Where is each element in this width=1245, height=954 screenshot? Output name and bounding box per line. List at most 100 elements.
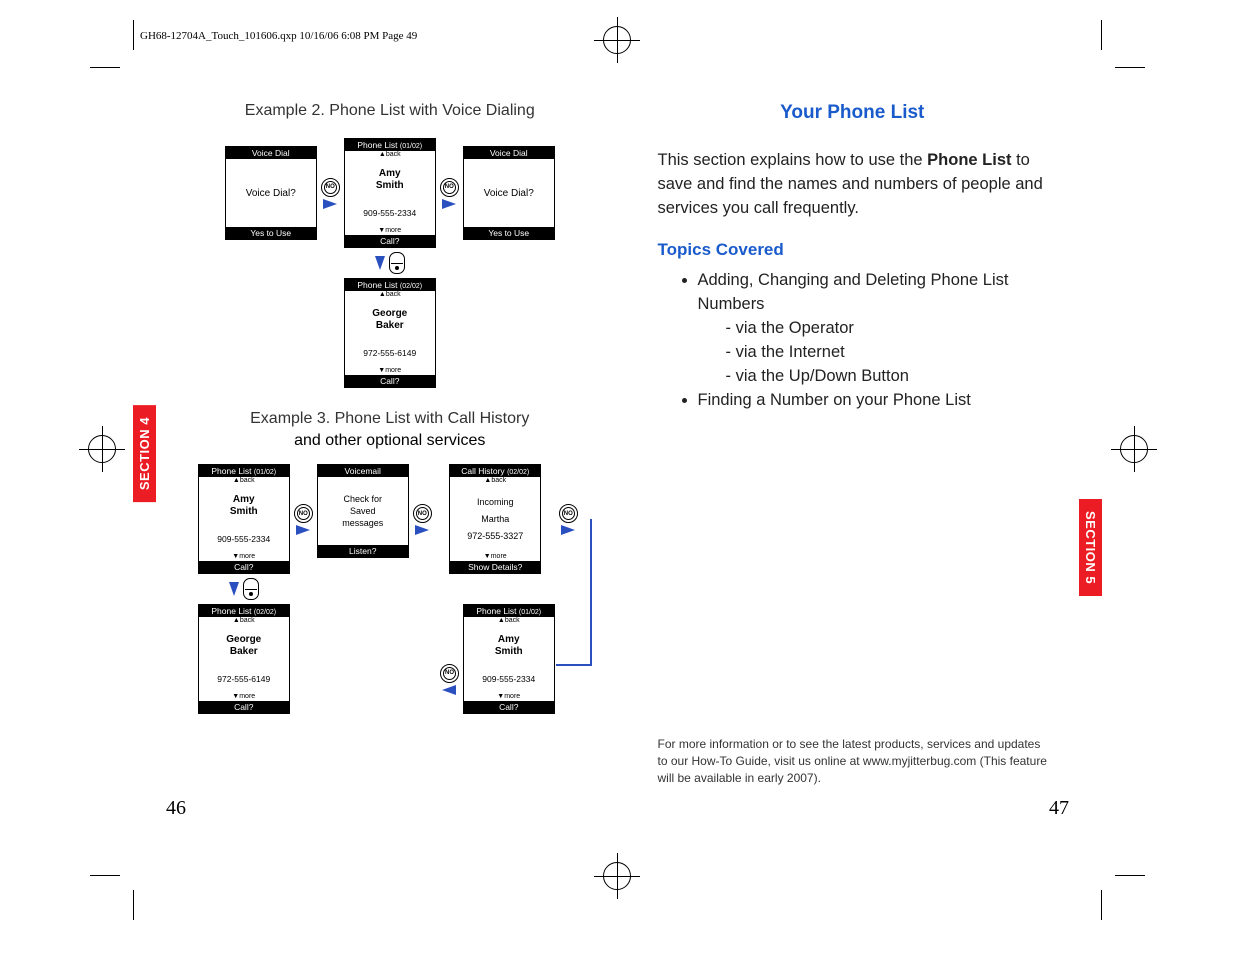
screen-voice-dial: Voice Dial Voice Dial? Yes to Use — [225, 146, 317, 240]
registration-mark — [88, 435, 116, 463]
connector-line — [556, 664, 592, 666]
screen-voice-dial: Voice Dial Voice Dial? Yes to Use — [463, 146, 555, 240]
back-label: ▲back — [345, 151, 435, 159]
no-button-arrow: NO — [440, 664, 459, 695]
screen-body: AmySmith 909-555-2334 — [345, 159, 435, 227]
crop-mark — [1101, 20, 1102, 50]
more-label: ▼more — [345, 367, 435, 375]
crop-mark — [1101, 890, 1102, 920]
crop-mark — [1115, 67, 1145, 68]
no-button-arrow: NO — [294, 504, 313, 535]
no-label: NO — [443, 667, 456, 680]
topics-list: Adding, Changing and Deleting Phone List… — [658, 268, 1048, 412]
screen-footer: Listen? — [318, 545, 408, 557]
no-label: NO — [297, 507, 310, 520]
arrow-right-icon — [442, 199, 456, 209]
registration-mark — [1120, 435, 1148, 463]
no-button-arrow: NO — [413, 504, 432, 535]
page-spread: SECTION 4 Example 2. Phone List with Voi… — [133, 67, 1102, 875]
example3-subheading: and other optional services — [188, 432, 592, 450]
connector-line — [590, 519, 592, 664]
down-arrow-rocker — [375, 252, 405, 274]
crop-mark — [133, 890, 134, 920]
page-left: SECTION 4 Example 2. Phone List with Voi… — [133, 67, 618, 875]
arrow-right-icon — [561, 525, 575, 535]
screen-body: Check for Saved messages — [318, 477, 408, 545]
screen-call-history: Call History (02/02) ▲back Incoming Mart… — [449, 464, 541, 574]
arrow-down-icon — [229, 582, 239, 596]
screen-footer: Call? — [199, 701, 289, 713]
screen-title: Voice Dial — [226, 147, 316, 159]
down-arrow-rocker — [229, 578, 259, 600]
screen-body: GeorgeBaker 972-555-6149 — [345, 299, 435, 367]
crop-mark — [1115, 875, 1145, 876]
back-label: ▲back — [199, 617, 289, 625]
screen-title: Call History (02/02) — [450, 465, 540, 477]
list-subitem: - via the Internet — [726, 340, 1048, 364]
back-label: ▲back — [450, 477, 540, 485]
page-title: Your Phone List — [658, 102, 1048, 124]
registration-mark — [603, 26, 631, 54]
screen-body: AmySmith 909-555-2334 — [464, 625, 554, 693]
screen-title: Phone List (01/02) — [464, 605, 554, 617]
diagram-example3: Phone List (01/02) ▲back AmySmith 909-55… — [188, 464, 592, 714]
screen-footer: Call? — [199, 561, 289, 573]
screen-footer: Show Details? — [450, 561, 540, 573]
list-subitem: - via the Operator — [726, 316, 1048, 340]
screen-title: Phone List (01/02) — [199, 465, 289, 477]
section-tab-right: SECTION 5 — [1079, 499, 1102, 596]
screen-footer: Yes to Use — [464, 227, 554, 239]
screen-footer: Call? — [345, 375, 435, 387]
screen-phonelist-george: Phone List (02/02) ▲back GeorgeBaker 972… — [198, 604, 290, 714]
list-item: Finding a Number on your Phone List — [698, 388, 1048, 412]
no-button-arrow: NO — [321, 178, 340, 209]
arrow-right-icon — [323, 199, 337, 209]
screen-body: Incoming Martha 972-555-3327 — [450, 485, 540, 553]
screen-title: Phone List (02/02) — [345, 279, 435, 291]
back-label: ▲back — [199, 477, 289, 485]
no-label: NO — [443, 181, 456, 194]
topics-heading: Topics Covered — [658, 240, 1048, 260]
list-item: Adding, Changing and Deleting Phone List… — [698, 268, 1048, 388]
screen-phonelist-amy: Phone List (01/02) ▲back AmySmith 909-55… — [463, 604, 555, 714]
page-right: SECTION 5 Your Phone List This section e… — [618, 67, 1103, 875]
screen-title: Voice Dial — [464, 147, 554, 159]
rocker-icon — [243, 578, 259, 600]
no-label: NO — [324, 181, 337, 194]
back-label: ▲back — [345, 291, 435, 299]
screen-footer: Call? — [345, 235, 435, 247]
header-imprint: GH68-12704A_Touch_101606.qxp 10/16/06 6:… — [140, 30, 417, 42]
footer-note: For more information or to see the lates… — [658, 736, 1048, 787]
diagram-example2: Voice Dial Voice Dial? Yes to Use NO Pho… — [188, 138, 592, 388]
more-label: ▼more — [464, 693, 554, 701]
screen-body: Voice Dial? — [226, 159, 316, 227]
screen-footer: Call? — [464, 701, 554, 713]
arrow-down-icon — [375, 256, 385, 270]
no-button-arrow: NO — [559, 504, 578, 535]
page-number-left: 46 — [166, 797, 186, 820]
screen-title: Phone List (02/02) — [199, 605, 289, 617]
rocker-icon — [389, 252, 405, 274]
example2-heading: Example 2. Phone List with Voice Dialing — [188, 102, 592, 120]
page-number-right: 47 — [1049, 797, 1069, 820]
arrow-left-icon — [442, 685, 456, 695]
more-label: ▼more — [199, 553, 289, 561]
screen-voicemail: Voicemail Check for Saved messages Liste… — [317, 464, 409, 558]
back-label: ▲back — [464, 617, 554, 625]
screen-body: Voice Dial? — [464, 159, 554, 227]
no-label: NO — [416, 507, 429, 520]
arrow-right-icon — [415, 525, 429, 535]
section-tab-left: SECTION 4 — [133, 405, 156, 502]
no-button-arrow: NO — [440, 178, 459, 209]
screen-footer: Yes to Use — [226, 227, 316, 239]
example3-heading: Example 3. Phone List with Call History — [188, 410, 592, 428]
no-label: NO — [562, 507, 575, 520]
screen-phonelist-george: Phone List (02/02) ▲back GeorgeBaker 972… — [344, 278, 436, 388]
screen-title: Voicemail — [318, 465, 408, 477]
screen-phonelist-amy: Phone List (01/02) ▲back AmySmith 909-55… — [344, 138, 436, 248]
list-subitem: - via the Up/Down Button — [726, 364, 1048, 388]
screen-title: Phone List (01/02) — [345, 139, 435, 151]
screen-phonelist-amy: Phone List (01/02) ▲back AmySmith 909-55… — [198, 464, 290, 574]
more-label: ▼more — [450, 553, 540, 561]
crop-mark — [90, 67, 120, 68]
